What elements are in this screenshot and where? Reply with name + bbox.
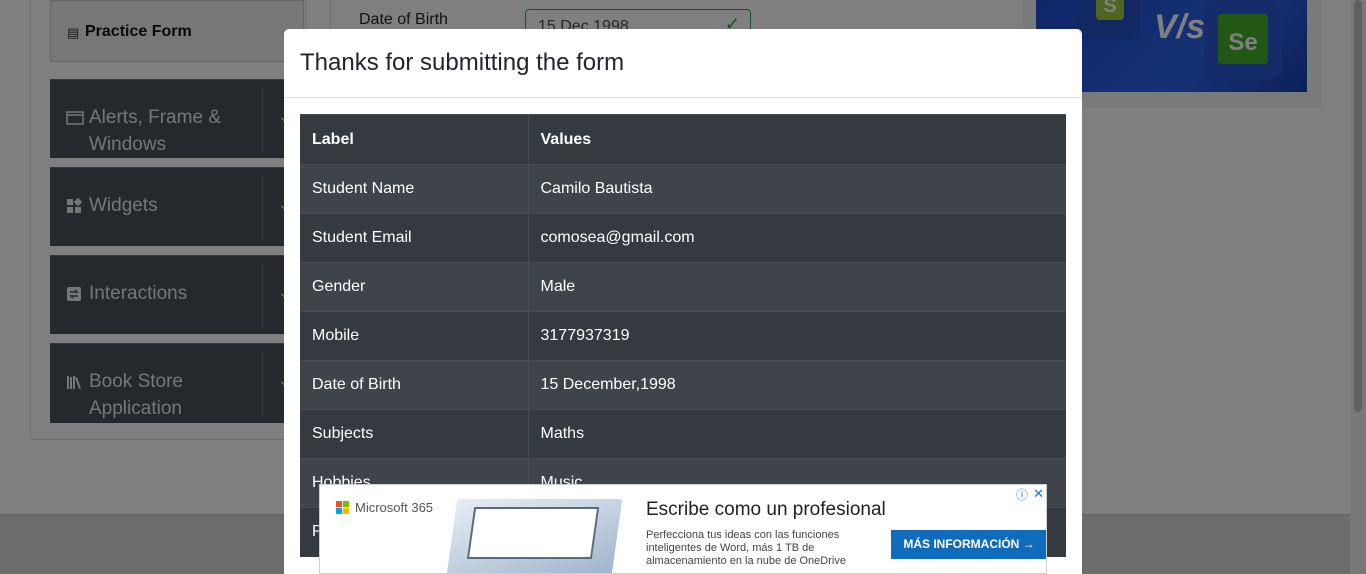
table-row: Date of Birth 15 December,1998 [300,360,1066,410]
table-row: Gender Male [300,262,1066,312]
ad-close-icon[interactable]: ✕ [1033,486,1044,502]
table-row: Mobile 3177937319 [300,311,1066,361]
laptop-image [446,499,623,573]
ad-headline: Escribe como un profesional [646,499,886,520]
row-value: Male [528,262,1066,312]
row-label: Gender [300,262,529,312]
ad-info-icon[interactable]: ⓘ [1016,486,1028,503]
advertisement[interactable]: Microsoft 365 Escribe como un profesiona… [319,484,1047,574]
table-row: Student Name Camilo Bautista [300,164,1066,214]
row-label: Mobile [300,311,529,361]
row-value: Camilo Bautista [528,164,1066,214]
row-value: Maths [528,409,1066,459]
header-label: Label [300,114,529,165]
header-values: Values [528,114,1066,165]
row-value: 3177937319 [528,311,1066,361]
microsoft-logo-icon [336,501,350,515]
table-header-row: Label Values [300,114,1066,165]
modal-title: Thanks for submitting the form [300,49,625,76]
row-label: Student Email [300,213,529,263]
row-label: Student Name [300,164,529,214]
row-value: comosea@gmail.com [528,213,1066,263]
row-label: Date of Birth [300,360,529,410]
modal-header: Thanks for submitting the form [284,29,1082,98]
ad-brand: Microsoft 365 [355,500,434,515]
table-row: Student Email comosea@gmail.com [300,213,1066,263]
row-label: Subjects [300,409,529,459]
row-value: 15 December,1998 [528,360,1066,410]
table-row: Subjects Maths [300,409,1066,459]
ad-cta-button[interactable]: MÁS INFORMACIÓN → [891,530,1046,559]
ad-body: Perfecciona tus ideas con las funciones … [646,529,846,567]
